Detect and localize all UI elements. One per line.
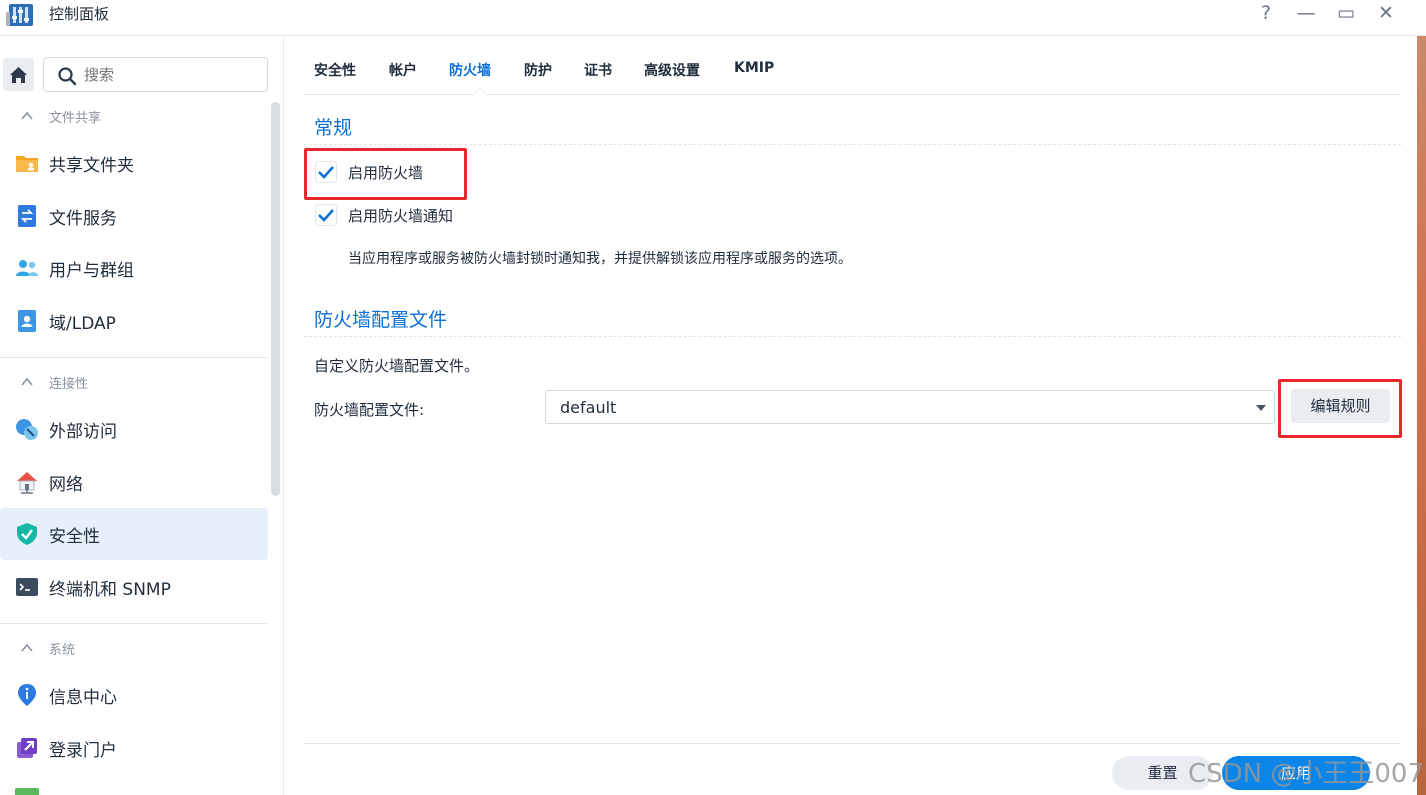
search-icon xyxy=(58,67,77,86)
general-title: 常规 xyxy=(314,117,353,139)
section-label: 文件共享 xyxy=(49,111,102,126)
terminal-icon xyxy=(16,578,38,596)
tab-advanced[interactable]: 高级设置 xyxy=(644,60,700,80)
sidebar-item-users-groups[interactable]: 用户与群组 xyxy=(0,242,268,294)
chevron-down-icon xyxy=(1256,405,1266,411)
chevron-up-icon xyxy=(21,377,33,386)
check-icon xyxy=(315,204,337,226)
sidebar-item-shared-folder[interactable]: 共享文件夹 xyxy=(0,137,268,189)
next-item-icon xyxy=(15,788,39,795)
profile-description: 自定义防火墙配置文件。 xyxy=(314,357,480,375)
sidebar-item-label: 终端机和 SNMP xyxy=(49,580,171,600)
tab-certificate[interactable]: 证书 xyxy=(584,60,612,80)
sidebar-item-label: 域/LDAP xyxy=(49,314,116,334)
home-icon xyxy=(10,67,27,83)
sidebar: 文件共享 共享文件夹 文件服务 用户与群组 域/LDAP xyxy=(0,36,284,795)
section-label: 连接性 xyxy=(49,377,89,392)
tab-security[interactable]: 安全性 xyxy=(314,60,356,80)
sidebar-item-login-portal[interactable]: 登录门户 xyxy=(0,722,268,774)
file-service-icon xyxy=(18,205,36,227)
shield-icon xyxy=(17,523,37,545)
profile-select[interactable]: default xyxy=(545,390,1275,424)
control-panel-icon xyxy=(6,4,33,26)
network-icon xyxy=(17,472,37,494)
close-icon[interactable]: ✕ xyxy=(1371,0,1401,26)
profile-field-label: 防火墙配置文件: xyxy=(314,401,425,419)
sidebar-item-label: 文件服务 xyxy=(49,209,117,229)
tab-account[interactable]: 帐户 xyxy=(389,60,417,80)
tab-protection[interactable]: 防护 xyxy=(524,60,552,80)
sidebar-item-external-access[interactable]: 外部访问 xyxy=(0,403,268,455)
sidebar-item-network[interactable]: 网络 xyxy=(0,456,268,508)
ldap-icon xyxy=(18,310,36,332)
sidebar-divider xyxy=(0,623,268,624)
window-title: 控制面板 xyxy=(49,5,110,23)
section-label: 系统 xyxy=(49,643,76,658)
external-access-icon xyxy=(16,419,38,440)
profile-select-value: default xyxy=(560,398,617,417)
enable-notify-label: 启用防火墙通知 xyxy=(348,207,454,225)
help-icon[interactable]: ? xyxy=(1251,0,1281,26)
sidebar-item-domain-ldap[interactable]: 域/LDAP xyxy=(0,295,268,347)
search-input[interactable] xyxy=(84,64,259,86)
sidebar-item-file-services[interactable]: 文件服务 xyxy=(0,190,268,242)
chevron-up-icon xyxy=(21,643,33,652)
minimize-icon[interactable]: — xyxy=(1291,0,1321,26)
watermark: CSDN @小王王007 xyxy=(1188,759,1425,789)
sidebar-item-terminal-snmp[interactable]: 终端机和 SNMP xyxy=(0,561,268,613)
profile-divider xyxy=(304,336,1401,337)
maximize-icon[interactable]: ▭ xyxy=(1331,0,1361,26)
highlight-edit-rules xyxy=(1278,379,1402,438)
footer-divider xyxy=(304,743,1401,744)
main-panel: 安全性 帐户 防火墙 防护 证书 高级设置 KMIP 常规 启用防火墙 启用防火… xyxy=(285,36,1426,795)
sidebar-item-label: 安全性 xyxy=(49,527,100,547)
active-tab-indicator xyxy=(472,87,488,95)
folder-icon xyxy=(16,156,38,172)
sidebar-divider xyxy=(0,357,268,358)
chevron-up-icon xyxy=(21,111,33,120)
login-portal-icon xyxy=(17,738,37,758)
section-system[interactable]: 系统 xyxy=(0,631,268,667)
tab-bar: 安全性 帐户 防火墙 防护 证书 高级设置 KMIP xyxy=(304,36,1401,95)
tab-kmip[interactable]: KMIP xyxy=(734,60,774,76)
enable-notify-checkbox[interactable]: 启用防火墙通知 xyxy=(315,204,495,228)
tab-firewall[interactable]: 防火墙 xyxy=(449,60,491,80)
sidebar-item-security[interactable]: 安全性 xyxy=(0,508,268,560)
profile-title: 防火墙配置文件 xyxy=(314,309,448,331)
notify-description: 当应用程序或服务被防火墙封锁时通知我，并提供解锁该应用程序或服务的选项。 xyxy=(348,251,852,267)
sidebar-item-label: 用户与群组 xyxy=(49,261,134,281)
sidebar-item-label: 网络 xyxy=(49,475,83,495)
sidebar-item-label: 信息中心 xyxy=(49,688,117,708)
home-button[interactable] xyxy=(3,58,34,91)
info-icon xyxy=(18,684,36,706)
sidebar-item-label: 外部访问 xyxy=(49,422,117,442)
highlight-enable-firewall xyxy=(304,148,467,200)
users-icon xyxy=(16,260,38,276)
title-bar: 控制面板 ? — ▭ ✕ xyxy=(0,0,1426,36)
sidebar-item-info-center[interactable]: 信息中心 xyxy=(0,669,268,721)
section-file-sharing[interactable]: 文件共享 xyxy=(0,99,268,135)
sidebar-item-label: 共享文件夹 xyxy=(49,156,134,176)
section-connectivity[interactable]: 连接性 xyxy=(0,365,268,401)
sidebar-item-label: 登录门户 xyxy=(49,741,117,761)
general-divider xyxy=(304,144,1401,145)
search-box[interactable] xyxy=(43,57,268,92)
background-edge xyxy=(1417,36,1426,795)
sidebar-scrollbar[interactable] xyxy=(271,102,280,496)
